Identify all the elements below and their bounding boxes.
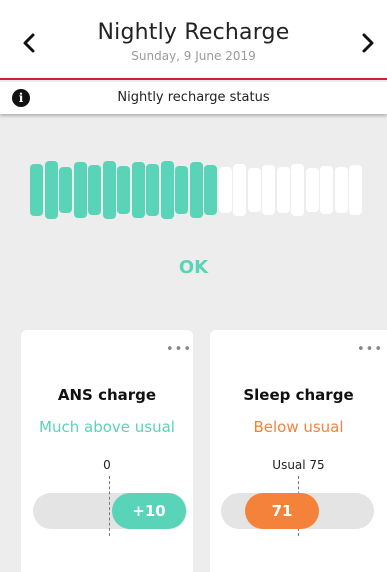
recharge-segment-filled [59,167,72,213]
recharge-segment-filled [73,162,87,218]
ans-card-menu-icon[interactable]: ••• [166,342,192,357]
next-day-button[interactable] [353,28,383,58]
header: Nightly Recharge Sunday, 9 June 2019 [0,0,387,80]
sleep-card-menu-icon[interactable]: ••• [357,342,383,357]
recharge-segment-empty [247,168,261,212]
page-date: Sunday, 9 June 2019 [131,49,256,63]
ans-charge-value-pill: +10 [112,493,186,529]
recharge-segment-filled [44,161,58,219]
info-bar-text: Nightly recharge status [117,90,270,105]
ans-charge-title: ANS charge [57,386,157,404]
recharge-segment-filled [117,166,130,214]
recharge-segment-filled [88,165,101,215]
recharge-segment-filled [204,165,217,215]
recharge-segment-empty [262,165,275,215]
recharge-segment-empty [291,164,304,216]
ans-reference-line [109,476,110,536]
ans-charge-status: Much above usual [39,418,175,436]
recharge-status-bars [30,160,363,220]
recharge-segment-empty [334,167,348,213]
page-title: Nightly Recharge [97,20,290,45]
recharge-segment-empty [218,167,232,213]
recharge-segment-empty [305,168,319,212]
chevron-right-icon [362,33,374,53]
ans-reference-label: 0 [103,458,111,472]
ans-charge-card[interactable] [21,330,193,572]
recharge-segment-filled [102,161,116,219]
recharge-segment-filled [30,164,43,216]
recharge-status-text: OK [178,257,209,278]
recharge-segment-filled [146,164,159,216]
recharge-segment-empty [233,164,246,216]
recharge-segment-empty [349,165,362,215]
recharge-segment-empty [320,166,333,214]
recharge-segment-filled [175,166,188,214]
recharge-segment-filled [189,162,203,218]
recharge-segment-empty [276,167,290,213]
recharge-segment-filled [160,161,174,219]
sleep-charge-title: Sleep charge [243,386,354,404]
sleep-charge-status: Below usual [253,418,344,436]
sleep-charge-value-pill: 71 [245,493,319,529]
info-bar: i Nightly recharge status [0,82,387,114]
sleep-reference-label: Usual 75 [272,458,325,472]
recharge-segment-filled [131,162,145,218]
